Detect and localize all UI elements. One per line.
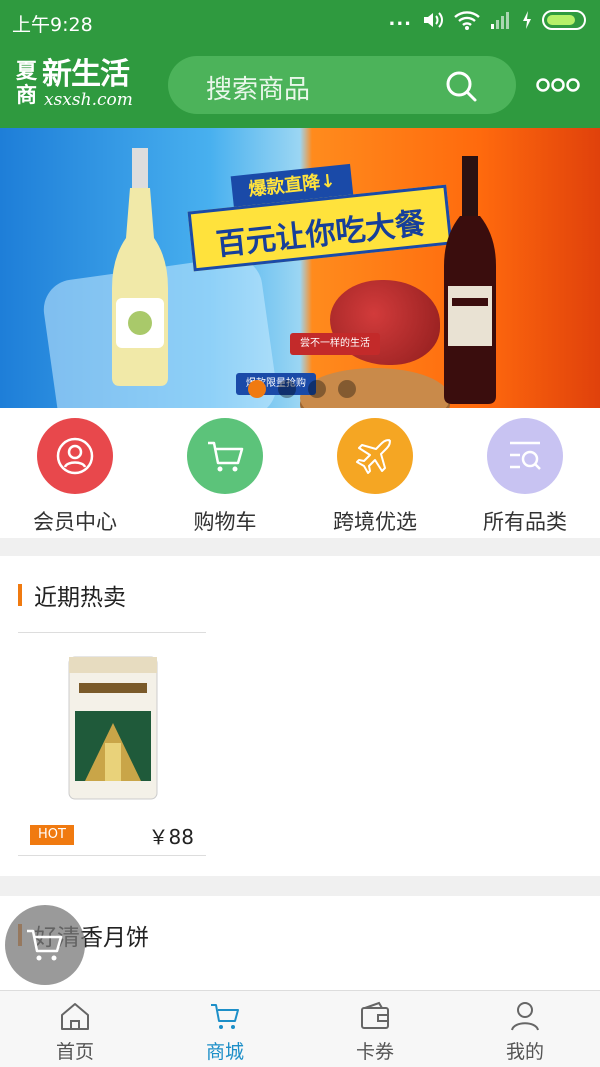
quick-menu-label: 会员中心 bbox=[33, 510, 117, 534]
hot-badge: HOT bbox=[30, 825, 74, 845]
search-placeholder: 搜索商品 bbox=[206, 75, 311, 105]
carousel-dot-active[interactable] bbox=[248, 380, 266, 398]
nav-label: 卡券 bbox=[355, 1041, 394, 1063]
logo-char-2: 商 bbox=[16, 83, 37, 107]
wallet-icon bbox=[361, 1001, 389, 1029]
battery-icon bbox=[542, 10, 586, 30]
hot-sales-section: 近期热卖 HOT ￥88 bbox=[0, 556, 600, 876]
status-time: 上午9:28 bbox=[12, 14, 93, 36]
quick-menu-label: 购物车 bbox=[193, 510, 257, 534]
quick-menu-member-center[interactable]: 会员中心 bbox=[0, 418, 150, 538]
carousel-indicator[interactable] bbox=[248, 380, 356, 398]
carousel-dot[interactable] bbox=[338, 380, 356, 398]
wifi-icon bbox=[454, 11, 480, 30]
nav-label: 首页 bbox=[55, 1041, 94, 1063]
app-header: 夏 商 新生活 xsxsh.com 搜索商品 bbox=[0, 44, 600, 128]
carousel-dot[interactable] bbox=[308, 380, 326, 398]
status-bar: 上午9:28 ... bbox=[0, 0, 600, 44]
quick-menu-cart[interactable]: 购物车 bbox=[150, 418, 300, 538]
member-circle bbox=[37, 418, 113, 494]
more-icon[interactable] bbox=[536, 74, 580, 96]
status-icons: ... bbox=[388, 10, 586, 30]
cart-circle bbox=[187, 418, 263, 494]
carousel-dot[interactable] bbox=[278, 380, 296, 398]
nav-label: 我的 bbox=[505, 1041, 544, 1063]
home-icon bbox=[61, 1003, 89, 1030]
charging-icon bbox=[523, 11, 531, 29]
search-input[interactable]: 搜索商品 bbox=[168, 56, 516, 114]
cart-icon bbox=[211, 1004, 239, 1029]
plane-circle bbox=[337, 418, 413, 494]
signal-icon bbox=[491, 12, 509, 29]
search-icon[interactable] bbox=[444, 69, 478, 103]
nav-coupons[interactable]: 卡券 bbox=[300, 991, 450, 1067]
plane-icon bbox=[356, 439, 391, 474]
red-wine-bottle-image bbox=[444, 156, 496, 404]
promo-banner[interactable]: 爆款直降↓ 百元让你吃大餐 尝不一样的生活 爆款限量抢购 bbox=[0, 128, 600, 408]
product-card[interactable]: HOT ￥88 bbox=[18, 632, 206, 856]
battery-level bbox=[547, 15, 575, 25]
notification-dots: ... bbox=[388, 9, 412, 30]
user-icon bbox=[56, 437, 94, 475]
cart-icon bbox=[208, 441, 244, 472]
nav-home[interactable]: 首页 bbox=[0, 991, 150, 1067]
section-accent-bar bbox=[18, 584, 22, 606]
quick-menu-all-categories[interactable]: 所有品类 bbox=[450, 418, 600, 538]
brand-logo[interactable]: 夏 商 新生活 xsxsh.com bbox=[16, 57, 156, 112]
banner-note: 尝不一样的生活 bbox=[290, 333, 380, 355]
logo-title: 新生活 bbox=[42, 57, 130, 92]
nav-label: 商城 bbox=[205, 1041, 244, 1063]
volume-icon bbox=[424, 12, 443, 28]
app-screen: 上午9:28 ... 夏 商 新生活 xsxsh.com 搜索商品 爆款直降↓ … bbox=[0, 0, 600, 1067]
mooncake-section: 好清香月饼 bbox=[0, 896, 600, 992]
nav-mine[interactable]: 我的 bbox=[450, 991, 600, 1067]
quick-menu-label: 所有品类 bbox=[483, 510, 567, 534]
logo-domain: xsxsh.com bbox=[44, 90, 133, 110]
quick-menu-cross-border[interactable]: 跨境优选 bbox=[300, 418, 450, 538]
banner-title: 百元让你吃大餐 bbox=[214, 206, 427, 263]
section-title: 近期热卖 bbox=[34, 585, 126, 611]
category-search-icon bbox=[510, 441, 541, 470]
white-wine-bottle-image bbox=[112, 148, 168, 386]
person-icon bbox=[511, 1002, 539, 1031]
banner-ribbon: 百元让你吃大餐 bbox=[187, 184, 453, 272]
category-circle bbox=[487, 418, 563, 494]
floating-cart-button[interactable] bbox=[5, 905, 85, 985]
quick-menu-label: 跨境优选 bbox=[333, 510, 417, 534]
product-price: ￥88 bbox=[148, 825, 194, 849]
logo-char-1: 夏 bbox=[16, 59, 37, 83]
nav-mall[interactable]: 商城 bbox=[150, 991, 300, 1067]
quick-menu: 会员中心 购物车 跨境优选 所有品类 bbox=[0, 408, 600, 538]
rice-bag-image bbox=[68, 656, 158, 800]
cart-icon bbox=[27, 929, 63, 961]
bottom-nav: 首页 商城 卡券 我的 bbox=[0, 990, 600, 1067]
